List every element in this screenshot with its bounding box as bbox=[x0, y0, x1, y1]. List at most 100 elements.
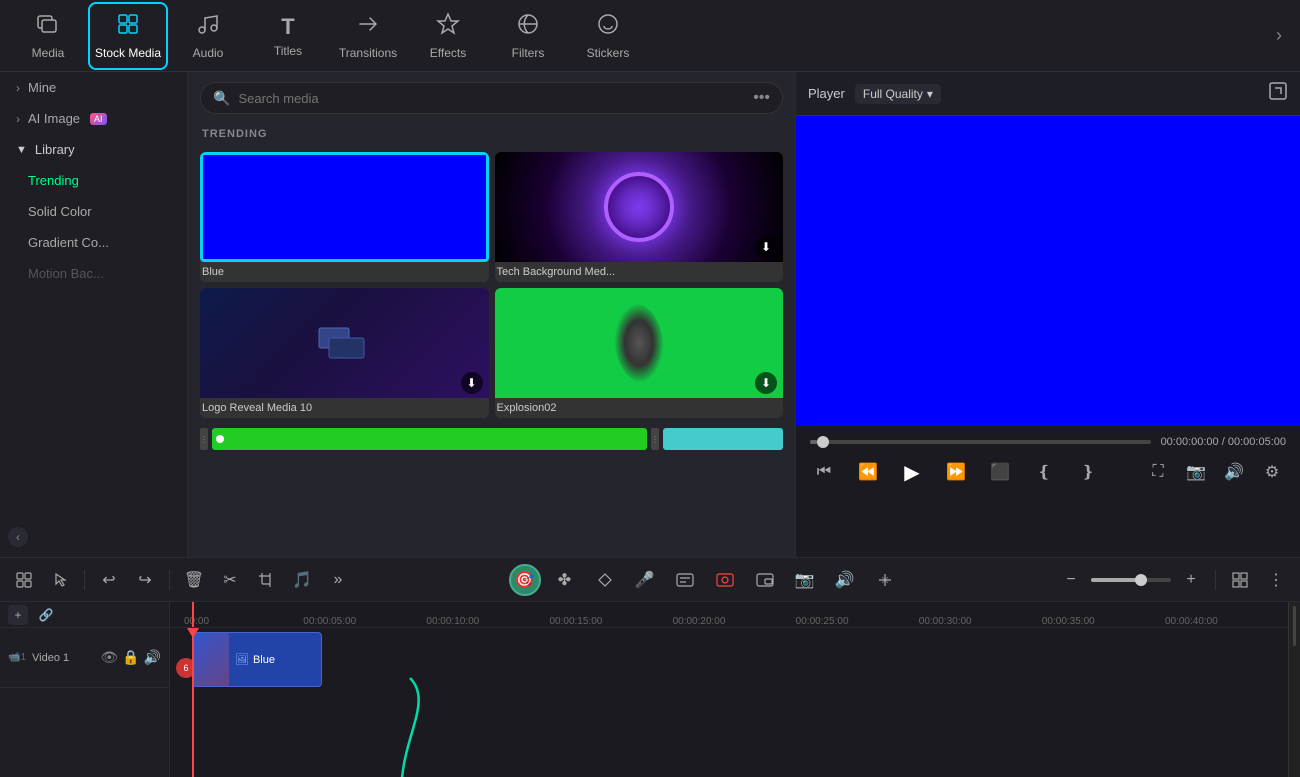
volume-track-icon[interactable]: 🔊 bbox=[144, 649, 161, 666]
fullscreen-btn[interactable]: ⛶ bbox=[1144, 458, 1172, 486]
nav-transitions[interactable]: Transitions bbox=[328, 2, 408, 70]
clip-blue-thumb bbox=[193, 633, 229, 686]
clip-blue[interactable]: 🖼 Blue bbox=[192, 632, 322, 687]
search-input[interactable] bbox=[238, 91, 745, 106]
chevron-down-icon: ▼ bbox=[16, 144, 27, 156]
drag-arrow bbox=[380, 678, 460, 777]
quality-select[interactable]: Full Quality ▾ bbox=[855, 84, 941, 104]
nav-audio[interactable]: Audio bbox=[168, 2, 248, 70]
media-card-blue[interactable]: Blue bbox=[200, 152, 489, 282]
ruler-tick-1: 00:00:05:00 bbox=[303, 616, 426, 627]
delete-btn[interactable]: 🗑 bbox=[178, 564, 210, 596]
track-content-area[interactable]: 6 🖼 Blue bbox=[170, 628, 1288, 777]
add-track-btn[interactable]: + bbox=[8, 605, 28, 625]
noise-btn[interactable]: ✤ bbox=[549, 564, 581, 596]
lock-icon[interactable]: 🔒 bbox=[122, 649, 139, 666]
sidebar-collapse-btn[interactable]: ‹ bbox=[8, 527, 28, 547]
strip-green bbox=[212, 428, 647, 450]
nav-effects-label: Effects bbox=[430, 46, 466, 60]
volume-btn[interactable]: 🔊 bbox=[1220, 458, 1248, 486]
mark-out-btn[interactable]: ❵ bbox=[1074, 458, 1102, 486]
search-bar: 🔍 ••• bbox=[200, 82, 783, 114]
nav-titles[interactable]: T Titles bbox=[248, 2, 328, 70]
subtitles-btn[interactable] bbox=[669, 564, 701, 596]
nav-filters[interactable]: Filters bbox=[488, 2, 568, 70]
frame-back-btn[interactable]: ⏪ bbox=[854, 458, 882, 486]
grid-view-btn[interactable] bbox=[8, 564, 40, 596]
play-btn[interactable]: ▶ bbox=[898, 458, 926, 486]
ruler-tick-4: 00:00:20:00 bbox=[673, 616, 796, 627]
timeline-scrollbar[interactable] bbox=[1288, 602, 1300, 777]
ai-tool-btn[interactable]: 🎯 bbox=[509, 564, 541, 596]
grid-layout-btn[interactable] bbox=[1224, 564, 1256, 596]
timeline-strip: ⋮ ⋮ bbox=[200, 428, 783, 450]
time-current: 00:00:00:00 / 00:00:05:00 bbox=[1161, 436, 1286, 448]
filters-icon bbox=[516, 12, 540, 42]
sidebar-library-section[interactable]: ▼ Library bbox=[0, 134, 187, 165]
cut-btn[interactable]: ✂ bbox=[214, 564, 246, 596]
playhead-ruler bbox=[192, 602, 194, 627]
settings-extra-btn[interactable]: ⚙ bbox=[1258, 458, 1286, 486]
toolbar-sep-2 bbox=[169, 570, 170, 590]
sidebar-item-trending[interactable]: Trending bbox=[0, 165, 187, 196]
sidebar-item-solid-color[interactable]: Solid Color bbox=[0, 196, 187, 227]
undo-btn[interactable]: ↩ bbox=[93, 564, 125, 596]
eye-icon[interactable]: 👁 bbox=[100, 649, 118, 666]
media-icon bbox=[36, 12, 60, 42]
explosion-content bbox=[495, 288, 784, 398]
zoom-slider[interactable] bbox=[1091, 578, 1171, 582]
mask-btn[interactable] bbox=[589, 564, 621, 596]
timeline-body: + 🔗 📹1 Video 1 👁 🔒 🔊 bbox=[0, 602, 1300, 777]
skip-back-btn[interactable]: ⏮ bbox=[810, 458, 838, 486]
ai-badge: AI bbox=[90, 113, 107, 125]
tech-download-icon[interactable]: ⬇ bbox=[755, 236, 777, 258]
camera-btn[interactable]: 📷 bbox=[789, 564, 821, 596]
track-icons: 👁 🔒 🔊 bbox=[100, 649, 161, 666]
crop-btn[interactable] bbox=[250, 564, 282, 596]
zoom-handle bbox=[1135, 574, 1147, 586]
ruler-tick-5: 00:00:25:00 bbox=[796, 616, 919, 627]
ruler-ticks: 00:00 00:00:05:00 00:00:10:00 00:00:15:0… bbox=[170, 602, 1288, 627]
more-options-btn[interactable]: ⋮ bbox=[1260, 564, 1292, 596]
nav-stock-media[interactable]: Stock Media bbox=[88, 2, 168, 70]
nav-media[interactable]: Media bbox=[8, 2, 88, 70]
zoom-in-btn[interactable]: + bbox=[1175, 564, 1207, 596]
ruler-tick-0: 00:00 bbox=[180, 616, 303, 627]
link-btn[interactable]: 🔗 bbox=[36, 605, 56, 625]
mic-btn[interactable]: 🎤 bbox=[629, 564, 661, 596]
select-tool-btn[interactable] bbox=[44, 564, 76, 596]
sidebar-item-gradient[interactable]: Gradient Co... bbox=[0, 227, 187, 258]
playhead-triangle bbox=[187, 628, 199, 638]
media-card-explosion[interactable]: ⬇ Explosion02 bbox=[495, 288, 784, 418]
nav-stickers[interactable]: Stickers bbox=[568, 2, 648, 70]
mark-in-btn[interactable]: ❴ bbox=[1030, 458, 1058, 486]
explosion-download-icon[interactable]: ⬇ bbox=[755, 372, 777, 394]
smoke-visual bbox=[614, 303, 664, 383]
media-card-logo[interactable]: ⬇ Logo Reveal Media 10 bbox=[200, 288, 489, 418]
video-edit-btn[interactable] bbox=[709, 564, 741, 596]
redo-btn[interactable]: ↪ bbox=[129, 564, 161, 596]
scrollbar-thumb[interactable] bbox=[1293, 606, 1296, 646]
audio-extract-btn[interactable]: 🎵 bbox=[286, 564, 318, 596]
strip-dot-left bbox=[216, 435, 224, 443]
volume-timeline-btn[interactable]: 🔊 bbox=[829, 564, 861, 596]
sidebar-item-motion-bac[interactable]: Motion Bac... bbox=[0, 258, 187, 289]
sidebar-item-ai-image[interactable]: › AI Image AI bbox=[0, 103, 187, 134]
chevron-right-icon: › bbox=[16, 81, 20, 95]
nav-effects[interactable]: Effects bbox=[408, 2, 488, 70]
sidebar-item-mine[interactable]: › Mine bbox=[0, 72, 187, 103]
transform-btn[interactable] bbox=[869, 564, 901, 596]
player-expand-icon[interactable] bbox=[1268, 81, 1288, 106]
more-btn[interactable]: » bbox=[322, 564, 354, 596]
progress-bar[interactable] bbox=[810, 440, 1151, 444]
ruler-tick-8: 00:00:40:00 bbox=[1165, 616, 1288, 627]
picture-in-picture-btn[interactable] bbox=[749, 564, 781, 596]
media-card-tech[interactable]: ⬇ Tech Background Med... bbox=[495, 152, 784, 282]
stop-btn[interactable]: ⬛ bbox=[986, 458, 1014, 486]
zoom-out-btn[interactable]: − bbox=[1055, 564, 1087, 596]
snapshot-btn[interactable]: 📷 bbox=[1182, 458, 1210, 486]
search-more-icon[interactable]: ••• bbox=[753, 89, 770, 107]
logo-download-icon[interactable]: ⬇ bbox=[461, 372, 483, 394]
frame-forward-btn[interactable]: ⏩ bbox=[942, 458, 970, 486]
nav-more-chevron[interactable]: › bbox=[1266, 25, 1292, 46]
